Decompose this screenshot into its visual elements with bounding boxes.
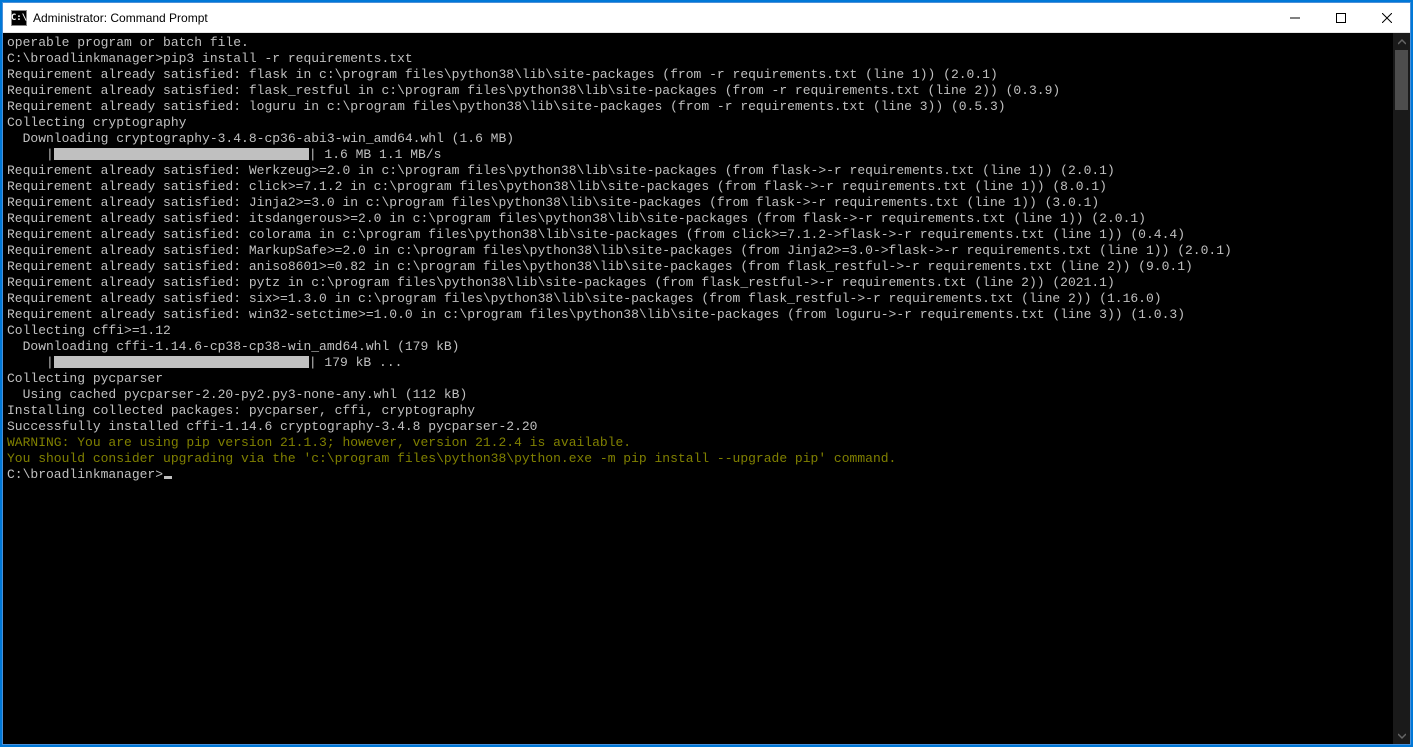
output-line: Requirement already satisfied: MarkupSaf… (7, 243, 1389, 259)
progress-prefix: | (7, 355, 54, 370)
progress-line: | | 1.6 MB 1.1 MB/s (7, 147, 1389, 163)
minimize-button[interactable] (1272, 3, 1318, 33)
scroll-track[interactable] (1393, 50, 1410, 727)
output-line: Requirement already satisfied: Jinja2>=3… (7, 195, 1389, 211)
output-line: Successfully installed cffi-1.14.6 crypt… (7, 419, 1389, 435)
output-line: Collecting pycparser (7, 371, 1389, 387)
progress-text: 179 kB ... (317, 355, 403, 370)
output-line: Collecting cffi>=1.12 (7, 323, 1389, 339)
progress-text: 1.6 MB 1.1 MB/s (317, 147, 442, 162)
scroll-up-button[interactable] (1393, 33, 1410, 50)
output-line: Downloading cryptography-3.4.8-cp36-abi3… (7, 131, 1389, 147)
output-line: Requirement already satisfied: flask_res… (7, 83, 1389, 99)
output-line: Requirement already satisfied: itsdanger… (7, 211, 1389, 227)
scroll-down-button[interactable] (1393, 727, 1410, 744)
vertical-scrollbar[interactable] (1393, 33, 1410, 744)
output-line: Requirement already satisfied: win32-set… (7, 307, 1389, 323)
close-button[interactable] (1364, 3, 1410, 33)
titlebar[interactable]: C:\ Administrator: Command Prompt (3, 3, 1410, 33)
output-line: operable program or batch file. (7, 35, 1389, 51)
output-line: Requirement already satisfied: flask in … (7, 67, 1389, 83)
output-line: Requirement already satisfied: click>=7.… (7, 179, 1389, 195)
scroll-thumb[interactable] (1395, 50, 1408, 110)
output-line: C:\broadlinkmanager>pip3 install -r requ… (7, 51, 1389, 67)
warning-line: WARNING: You are using pip version 21.1.… (7, 435, 1389, 451)
output-line: Installing collected packages: pycparser… (7, 403, 1389, 419)
minimize-icon (1290, 13, 1300, 23)
output-line: Collecting cryptography (7, 115, 1389, 131)
progress-line: | | 179 kB ... (7, 355, 1389, 371)
window-title: Administrator: Command Prompt (33, 11, 208, 25)
output-line: Requirement already satisfied: Werkzeug>… (7, 163, 1389, 179)
progress-bar (54, 148, 309, 160)
maximize-button[interactable] (1318, 3, 1364, 33)
cursor (164, 476, 172, 479)
command-prompt-window: C:\ Administrator: Command Prompt operab… (2, 2, 1411, 745)
output-line: Downloading cffi-1.14.6-cp38-cp38-win_am… (7, 339, 1389, 355)
output-line: Requirement already satisfied: loguru in… (7, 99, 1389, 115)
chevron-up-icon (1398, 38, 1406, 46)
prompt-text: C:\broadlinkmanager> (7, 467, 163, 482)
chevron-down-icon (1398, 732, 1406, 740)
prompt-line: C:\broadlinkmanager> (7, 467, 1389, 483)
output-line: Using cached pycparser-2.20-py2.py3-none… (7, 387, 1389, 403)
progress-suffix: | (309, 147, 317, 162)
output-line: Requirement already satisfied: aniso8601… (7, 259, 1389, 275)
terminal-container: operable program or batch file.C:\broadl… (3, 33, 1410, 744)
output-line: Requirement already satisfied: colorama … (7, 227, 1389, 243)
close-icon (1382, 13, 1392, 23)
progress-suffix: | (309, 355, 317, 370)
output-line: Requirement already satisfied: six>=1.3.… (7, 291, 1389, 307)
progress-bar (54, 356, 309, 368)
cmd-icon: C:\ (11, 10, 27, 26)
terminal-output[interactable]: operable program or batch file.C:\broadl… (3, 33, 1393, 744)
output-line: Requirement already satisfied: pytz in c… (7, 275, 1389, 291)
maximize-icon (1336, 13, 1346, 23)
warning-line: You should consider upgrading via the 'c… (7, 451, 1389, 467)
progress-prefix: | (7, 147, 54, 162)
